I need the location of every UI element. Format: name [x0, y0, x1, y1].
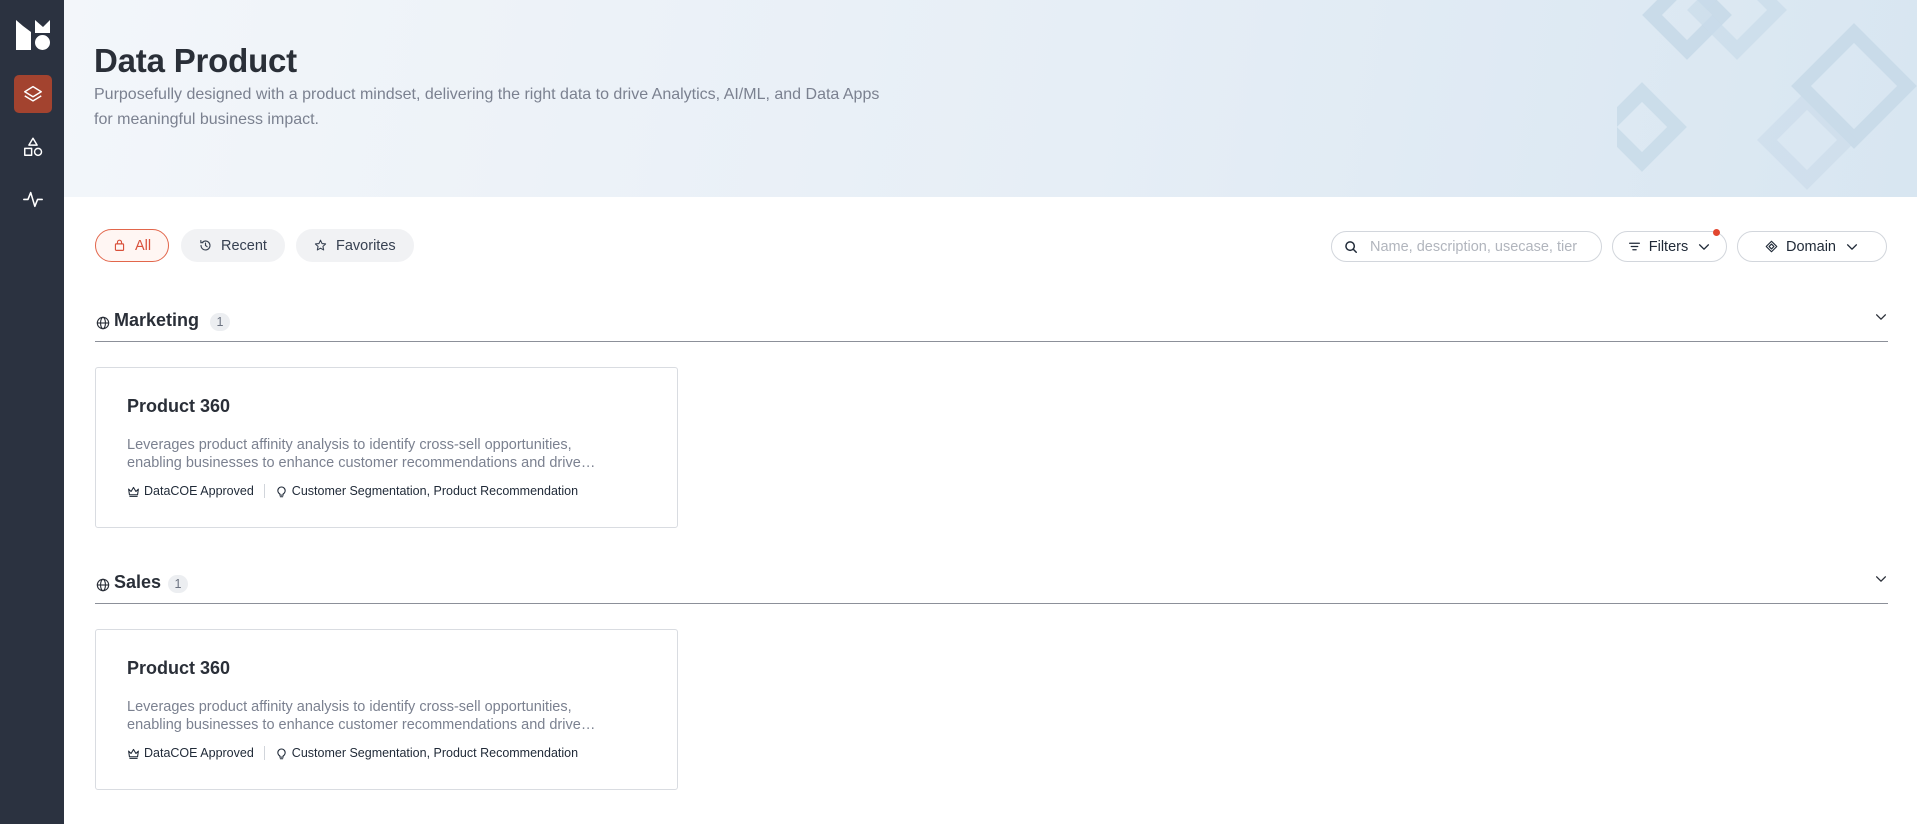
page-description: Purposefully designed with a product min…	[94, 86, 880, 128]
tab-recent[interactable]: Recent	[181, 229, 285, 262]
chevron-down-icon[interactable]	[1874, 310, 1888, 324]
globe-icon	[96, 578, 110, 592]
filters-label: Filters	[1648, 238, 1689, 255]
domain-dropdown[interactable]: Domain	[1737, 231, 1887, 262]
card-usecases: Customer Segmentation, Product Recommend…	[291, 484, 579, 498]
sidebar-item-data-products[interactable]	[14, 75, 52, 113]
chevron-down-icon[interactable]	[1874, 572, 1888, 586]
card-title: Product 360	[127, 658, 231, 678]
tab-favorites[interactable]: Favorites	[296, 229, 414, 262]
lightbulb-icon	[277, 486, 286, 497]
card-usecases: Customer Segmentation, Product Recommend…	[291, 746, 579, 760]
tab-favorites-label: Favorites	[336, 237, 396, 254]
data-product-card[interactable]: Product 360 Leverages product affinity a…	[95, 367, 678, 528]
tab-recent-label: Recent	[221, 237, 267, 254]
app-root: Data Product Purposefully designed with …	[0, 0, 1917, 824]
sidebar-item-shapes[interactable]	[14, 128, 52, 166]
section-header-sales: Sales 1	[95, 564, 1888, 604]
domain-label: Domain	[1786, 238, 1836, 255]
data-product-card[interactable]: Product 360 Leverages product affinity a…	[95, 629, 678, 790]
star-icon	[314, 239, 327, 251]
section-title: Marketing	[114, 310, 200, 330]
sidebar-item-activity[interactable]	[14, 180, 52, 218]
lightbulb-icon	[277, 748, 286, 759]
search-icon	[1345, 240, 1357, 253]
history-icon	[200, 240, 211, 251]
filter-icon	[1628, 242, 1640, 251]
meta-divider	[263, 484, 265, 498]
search-box	[1331, 231, 1602, 262]
card-description: Leverages product affinity analysis to i…	[127, 699, 581, 733]
tab-all-label: All	[135, 237, 152, 254]
section-header-marketing: Marketing 1	[95, 302, 1888, 342]
crown-icon	[128, 748, 139, 759]
shapes-icon	[24, 137, 43, 157]
filters-button[interactable]: Filters	[1612, 229, 1727, 262]
page-hero: Data Product Purposefully designed with …	[64, 0, 1917, 197]
hero-decoration	[1617, 0, 1917, 190]
card-tier: DataCOE Approved	[144, 484, 254, 498]
card-description: Leverages product affinity analysis to i…	[127, 437, 581, 471]
layers-icon	[24, 85, 42, 102]
meta-divider	[263, 746, 265, 760]
bag-icon	[114, 239, 125, 251]
activity-icon	[23, 191, 43, 208]
globe-icon	[96, 316, 110, 330]
search-input[interactable]	[1370, 238, 1595, 255]
filter-notification-dot	[1713, 229, 1720, 236]
card-tier: DataCOE Approved	[144, 746, 254, 760]
tab-all[interactable]: All	[95, 229, 170, 262]
section-count-badge: 1	[210, 313, 230, 331]
chevron-down-icon	[1699, 243, 1710, 250]
brand-logo[interactable]	[16, 16, 50, 50]
domain-icon	[1765, 240, 1778, 253]
card-meta: DataCOE Approved Customer Segmentation, …	[127, 484, 578, 498]
card-title: Product 360	[127, 396, 231, 416]
chevron-down-icon	[1846, 243, 1858, 250]
card-meta: DataCOE Approved Customer Segmentation, …	[127, 746, 578, 760]
section-title: Sales	[114, 572, 162, 592]
section-count-badge: 1	[168, 575, 188, 593]
crown-icon	[128, 486, 139, 497]
sidebar	[0, 0, 64, 824]
page-title: Data Product	[94, 42, 297, 79]
